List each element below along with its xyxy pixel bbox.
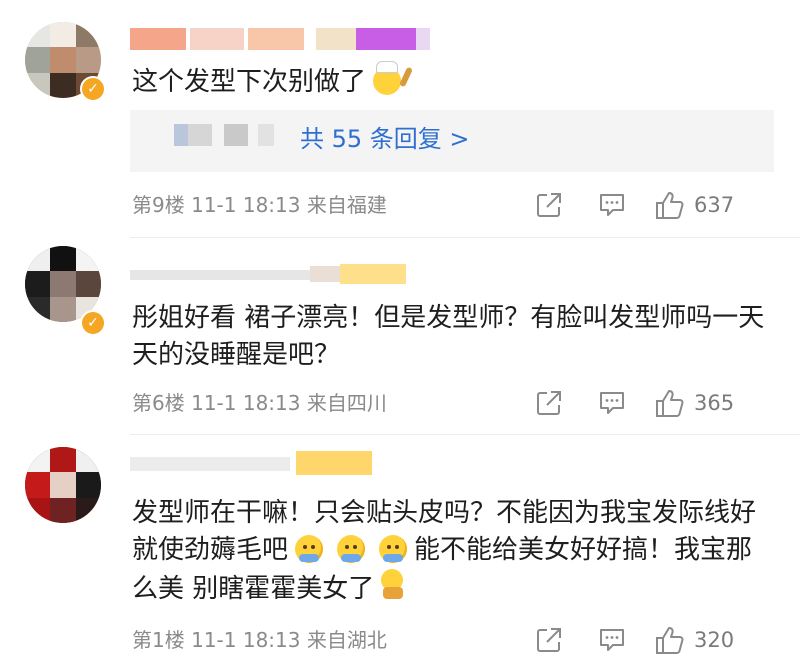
comment-icon[interactable] — [597, 388, 627, 418]
comment-item: ✓ 这个发型下次别做了 共 55 条回复 > 第9楼 11-1 18:13 来自… — [0, 0, 800, 238]
comment-body: 彤姐好看 裙子漂亮！但是发型师？有脸叫发型师吗一天天的没睡醒是吧？ — [132, 303, 765, 370]
comment-text: 发型师在干嘛！只会贴头皮吗？不能因为我宝发际线好就使劲薅毛吧 能不能给美女好好搞！… — [132, 495, 772, 608]
comment-body: 这个发型下次别做了 — [132, 67, 367, 97]
view-replies-link[interactable]: 共 55 条回复 > — [300, 124, 470, 154]
comment-icon[interactable] — [597, 190, 627, 220]
pray-emoji — [337, 535, 366, 563]
like-icon[interactable] — [654, 388, 686, 418]
avatar[interactable] — [25, 447, 101, 523]
like-count: 637 — [694, 193, 735, 217]
like-icon[interactable] — [654, 625, 686, 655]
post-time: 11-1 18:13 — [191, 391, 301, 415]
comment-icon[interactable] — [597, 625, 627, 655]
chef-emoji — [373, 61, 413, 95]
comment-meta: 第1楼 11-1 18:13 来自湖北 — [132, 626, 387, 654]
action-bar: 365 — [534, 388, 774, 418]
action-bar: 637 — [534, 190, 774, 220]
comment-item: ✓ 彤姐好看 裙子漂亮！但是发型师？有脸叫发型师吗一天天的没睡醒是吧？ 第6楼 … — [0, 238, 800, 434]
post-location: 来自湖北 — [306, 628, 387, 652]
floor-number: 第1楼 — [132, 628, 185, 652]
username-blurred[interactable] — [130, 28, 430, 52]
like-icon[interactable] — [654, 190, 686, 220]
comment-item: 发型师在干嘛！只会贴头皮吗？不能因为我宝发际线好就使劲薅毛吧 能不能给美女好好搞！… — [0, 435, 800, 670]
pray-emoji — [379, 535, 408, 563]
comment-text: 这个发型下次别做了 — [132, 61, 782, 101]
reply-avatar-blurred — [224, 124, 248, 146]
post-time: 11-1 18:13 — [191, 193, 301, 217]
floor-number: 第6楼 — [132, 391, 185, 415]
kneel-emoji — [381, 569, 404, 599]
verified-badge-icon: ✓ — [80, 76, 106, 102]
share-icon[interactable] — [534, 625, 564, 655]
share-icon[interactable] — [534, 190, 564, 220]
floor-number: 第9楼 — [132, 193, 185, 217]
post-location: 来自福建 — [306, 193, 387, 217]
like-count: 365 — [694, 391, 735, 415]
action-bar: 320 — [534, 625, 774, 655]
username-blurred[interactable] — [130, 451, 390, 475]
reply-avatar-blurred — [174, 124, 188, 146]
comment-text: 彤姐好看 裙子漂亮！但是发型师？有脸叫发型师吗一天天的没睡醒是吧？ — [132, 300, 772, 374]
username-blurred[interactable] — [130, 262, 410, 286]
share-icon[interactable] — [534, 388, 564, 418]
comment-meta: 第9楼 11-1 18:13 来自福建 — [132, 191, 387, 219]
verified-badge-icon: ✓ — [80, 310, 106, 336]
post-time: 11-1 18:13 — [191, 628, 301, 652]
comment-meta: 第6楼 11-1 18:13 来自四川 — [132, 389, 387, 417]
pray-emoji — [295, 535, 324, 563]
reply-avatar-blurred — [258, 124, 274, 146]
replies-box[interactable]: 共 55 条回复 > — [130, 110, 774, 172]
post-location: 来自四川 — [306, 391, 387, 415]
like-count: 320 — [694, 628, 735, 652]
reply-avatar-blurred — [188, 124, 212, 146]
